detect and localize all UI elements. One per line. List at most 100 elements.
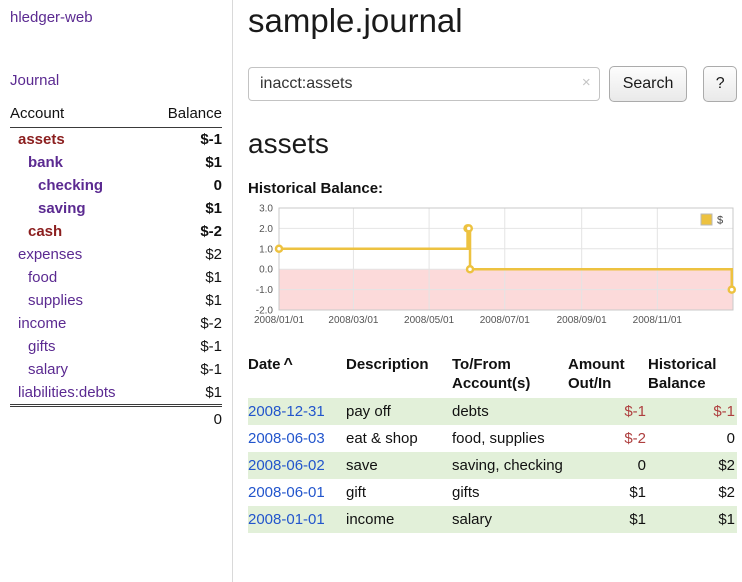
transaction-amount: $1: [568, 479, 648, 506]
account-balance-assets: $-1: [150, 128, 222, 152]
transaction-amount: 0: [568, 452, 648, 479]
account-row-food: food $1: [10, 266, 222, 289]
account-balance-saving: $1: [150, 197, 222, 220]
transaction-amount: $-2: [568, 425, 648, 452]
account-balance-salary: $-1: [150, 358, 222, 381]
account-link-checking[interactable]: checking: [38, 177, 103, 194]
svg-text:3.0: 3.0: [259, 204, 273, 215]
transaction-date-link[interactable]: 2008-12-31: [248, 403, 325, 420]
account-balance-food: $1: [150, 266, 222, 289]
accounts-header-account: Account: [10, 103, 150, 128]
journal-nav-link[interactable]: Journal: [10, 72, 222, 89]
account-balance-supplies: $1: [150, 289, 222, 312]
account-balance-bank: $1: [150, 151, 222, 174]
transaction-balance: $2: [648, 479, 737, 506]
account-link-food[interactable]: food: [28, 269, 57, 286]
page-title: sample.journal: [248, 2, 737, 40]
transaction-accounts: debts: [452, 398, 568, 425]
svg-text:2008/01/01: 2008/01/01: [254, 315, 304, 326]
search-form: × Search ?: [248, 66, 737, 102]
account-link-salary[interactable]: salary: [28, 361, 68, 378]
register-header-accounts: To/From Account(s): [452, 352, 568, 398]
account-link-liabilities-debts[interactable]: liabilities:debts: [18, 384, 116, 401]
search-input[interactable]: [248, 67, 600, 101]
account-link-bank[interactable]: bank: [28, 154, 63, 171]
account-row-salary: salary $-1: [10, 358, 222, 381]
account-row-cash: cash $-2: [10, 220, 222, 243]
chart-label: Historical Balance:: [248, 180, 737, 197]
sort-ascending-icon: ^: [284, 356, 293, 373]
account-link-gifts[interactable]: gifts: [28, 338, 56, 355]
svg-text:0.0: 0.0: [259, 265, 273, 276]
register-header-row: Date^ Description To/From Account(s) Amo…: [248, 352, 737, 398]
account-balance-checking: 0: [150, 174, 222, 197]
svg-text:2008/05/01: 2008/05/01: [404, 315, 454, 326]
account-section-title: assets: [248, 128, 737, 160]
account-row-supplies: supplies $1: [10, 289, 222, 312]
transaction-balance: 0: [648, 425, 737, 452]
svg-text:-1.0: -1.0: [256, 285, 274, 296]
search-button[interactable]: Search: [609, 66, 688, 102]
account-balance-income: $-2: [150, 312, 222, 335]
app-title-link[interactable]: hledger-web: [10, 9, 222, 26]
account-link-assets[interactable]: assets: [18, 131, 65, 148]
sidebar: hledger-web Journal Account Balance asse…: [0, 0, 233, 582]
svg-text:$: $: [717, 215, 723, 227]
transaction-balance: $1: [648, 506, 737, 533]
register-header-date[interactable]: Date^: [248, 352, 346, 398]
account-row-gifts: gifts $-1: [10, 335, 222, 358]
search-box: ×: [248, 67, 600, 101]
account-link-expenses[interactable]: expenses: [18, 246, 82, 263]
transaction-description: pay off: [346, 398, 452, 425]
chart-canvas: 3.02.01.00.0-1.0-2.02008/01/012008/03/01…: [248, 202, 737, 332]
register-row: 2008-06-01 gift gifts $1 $2: [248, 479, 737, 506]
transaction-balance: $-1: [648, 398, 737, 425]
transaction-date-link[interactable]: 2008-06-02: [248, 457, 325, 474]
transaction-balance: $2: [648, 452, 737, 479]
account-link-income[interactable]: income: [18, 315, 66, 332]
transaction-amount: $-1: [568, 398, 648, 425]
account-row-liabilities-debts: liabilities:debts $1: [10, 381, 222, 406]
main-content: sample.journal × Search ? assets Histori…: [248, 0, 737, 533]
svg-text:2.0: 2.0: [259, 224, 273, 235]
transaction-amount: $1: [568, 506, 648, 533]
clear-search-icon[interactable]: ×: [582, 75, 591, 91]
account-balance-gifts: $-1: [150, 335, 222, 358]
accounts-header-row: Account Balance: [10, 103, 222, 128]
account-row-saving: saving $1: [10, 197, 222, 220]
transaction-description: save: [346, 452, 452, 479]
account-balance-cash: $-2: [150, 220, 222, 243]
svg-text:2008/09/01: 2008/09/01: [557, 315, 607, 326]
account-link-cash[interactable]: cash: [28, 223, 62, 240]
historical-balance-chart: 3.02.01.00.0-1.0-2.02008/01/012008/03/01…: [248, 202, 737, 332]
account-row-income: income $-2: [10, 312, 222, 335]
register-row: 2008-12-31 pay off debts $-1 $-1: [248, 398, 737, 425]
transaction-date-link[interactable]: 2008-06-03: [248, 430, 325, 447]
transaction-accounts: salary: [452, 506, 568, 533]
account-balance-expenses: $2: [150, 243, 222, 266]
account-row-checking: checking 0: [10, 174, 222, 197]
transaction-accounts: food, supplies: [452, 425, 568, 452]
register-header-description: Description: [346, 352, 452, 398]
accounts-total-row: 0: [10, 406, 222, 432]
account-row-expenses: expenses $2: [10, 243, 222, 266]
register-header-amount: Amount Out/In: [568, 352, 648, 398]
transaction-description: eat & shop: [346, 425, 452, 452]
transaction-accounts: saving, checking: [452, 452, 568, 479]
transaction-description: income: [346, 506, 452, 533]
accounts-total-value: 0: [150, 406, 222, 432]
transaction-date-link[interactable]: 2008-06-01: [248, 484, 325, 501]
svg-text:1.0: 1.0: [259, 244, 273, 255]
transaction-description: gift: [346, 479, 452, 506]
accounts-table: Account Balance assets $-1 bank $1 check…: [10, 103, 222, 431]
account-balance-liabilities-debts: $1: [150, 381, 222, 406]
account-link-saving[interactable]: saving: [38, 200, 86, 217]
transaction-accounts: gifts: [452, 479, 568, 506]
date-header-label: Date: [248, 356, 281, 373]
register-row: 2008-06-03 eat & shop food, supplies $-2…: [248, 425, 737, 452]
help-button[interactable]: ?: [703, 66, 737, 102]
account-link-supplies[interactable]: supplies: [28, 292, 83, 309]
svg-text:2008/07/01: 2008/07/01: [480, 315, 530, 326]
transaction-date-link[interactable]: 2008-01-01: [248, 511, 325, 528]
svg-text:2008/11/01: 2008/11/01: [633, 315, 683, 326]
